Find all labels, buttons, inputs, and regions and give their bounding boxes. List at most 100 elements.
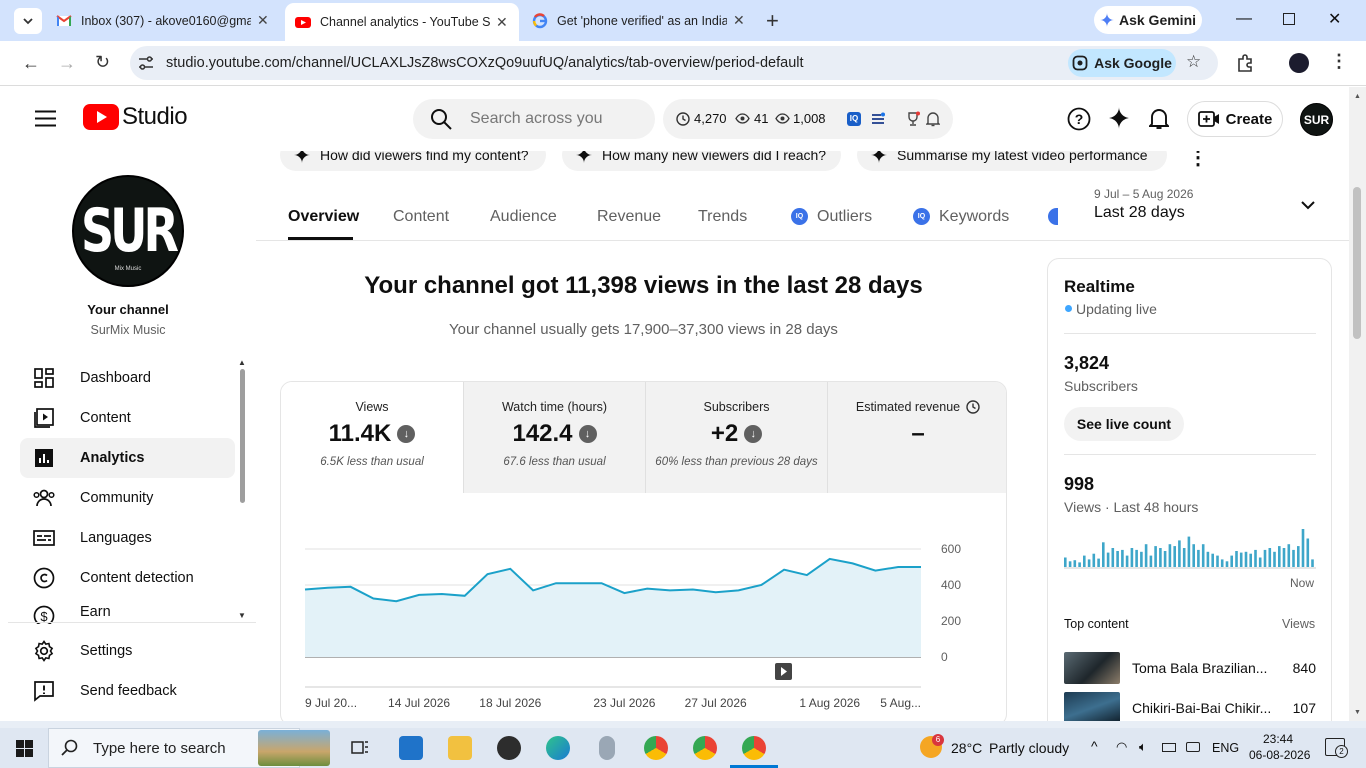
profile-avatar[interactable] (1289, 53, 1309, 73)
chevron-up-icon[interactable]: ^ (1091, 738, 1098, 754)
scroll-up-arrow[interactable]: ▲ (1354, 93, 1361, 100)
youtube-logo-icon[interactable] (83, 104, 119, 130)
bookmark-star-icon[interactable]: ☆ (1186, 52, 1201, 72)
tab-trends[interactable]: Trends (698, 208, 747, 226)
outlook-icon[interactable] (399, 736, 423, 760)
close-icon[interactable]: ✕ (733, 12, 745, 29)
help-icon[interactable]: ? (1067, 107, 1091, 131)
realtime-bar (1068, 561, 1072, 567)
search-input[interactable]: Search across you (413, 99, 655, 139)
chrome-active-icon[interactable] (742, 736, 766, 760)
window-maximize-button[interactable] (1283, 13, 1295, 25)
sidebar-item-languages[interactable]: Languages (20, 518, 235, 558)
x-tick-label: 23 Jul 2026 (593, 696, 655, 710)
window-minimize-button[interactable]: — (1236, 10, 1252, 28)
sparkle-icon[interactable] (1108, 107, 1130, 129)
battery-icon[interactable] (1162, 743, 1176, 752)
speaker-icon[interactable]: 🔈︎ (1139, 739, 1147, 755)
file-explorer-icon[interactable] (448, 736, 472, 760)
chrome-icon[interactable] (644, 736, 668, 760)
tab-search-button[interactable] (14, 8, 42, 34)
edge-icon[interactable] (546, 736, 570, 760)
list-item[interactable]: Toma Bala Brazilian... 840 (1064, 652, 1316, 686)
extensions-icon[interactable] (1236, 54, 1254, 72)
tab-revenue[interactable]: Revenue (597, 208, 661, 226)
tab-content[interactable]: Content (393, 208, 449, 226)
play-icon[interactable] (775, 663, 792, 680)
tab-outliers[interactable]: Outliers (817, 208, 872, 226)
realtime-bar (1083, 555, 1086, 567)
tabs-divider (256, 240, 1349, 241)
realtime-bar (1192, 544, 1195, 567)
tab-google[interactable]: Get 'phone verified' as an Indian ✕ (522, 6, 758, 35)
account-avatar[interactable]: SUR (1300, 103, 1333, 136)
close-icon[interactable]: ✕ (257, 12, 269, 29)
sidebar-item-community[interactable]: Community (20, 478, 235, 518)
chrome-profile-icon[interactable] (693, 736, 717, 760)
sidebar-item-label: Send feedback (80, 683, 177, 699)
suggestion-chip[interactable]: Summarise my latest video performance (857, 151, 1167, 171)
back-button[interactable]: ← (22, 53, 40, 74)
metric-views[interactable]: Views 11.4K ↓ 6.5K less than usual (281, 382, 463, 493)
task-view-icon[interactable] (350, 738, 370, 758)
wifi-icon[interactable]: ◠ (1116, 739, 1127, 755)
trophy-icon[interactable] (905, 111, 921, 127)
list-item[interactable]: Chikiri-Bai-Bai Chikir... 107 (1064, 692, 1316, 721)
tab-youtube-studio[interactable]: Channel analytics - YouTube Stu ✕ (285, 3, 519, 41)
channel-avatar[interactable]: SUR Mix Music (72, 175, 184, 287)
obs-icon[interactable] (497, 736, 521, 760)
forward-button[interactable]: → (58, 53, 76, 74)
browser-menu-icon[interactable]: ⋮ (1330, 51, 1348, 72)
tab-audience[interactable]: Audience (490, 208, 557, 226)
clock-date[interactable]: 06-08-2026 (1249, 748, 1310, 762)
sidebar-item-dashboard[interactable]: Dashboard (20, 358, 235, 398)
page-scrollbar[interactable]: ▲ ▼ (1349, 87, 1366, 721)
sidebar-item-content-detection[interactable]: Content detection (20, 558, 235, 598)
sidebar-item-earn[interactable]: $ Earn (20, 598, 235, 624)
sidebar-item-settings[interactable]: Settings (20, 631, 235, 671)
ask-google-button[interactable]: Ask Google (1068, 49, 1176, 77)
site-info-icon[interactable] (138, 56, 154, 70)
create-button[interactable]: Create (1187, 101, 1283, 137)
language-indicator[interactable]: ENG (1212, 741, 1239, 755)
metric-comparison: 60% less than previous 28 days (655, 456, 818, 468)
see-live-count-button[interactable]: See live count (1064, 407, 1184, 441)
chevron-down-icon[interactable]: ▼ (238, 611, 246, 620)
scrollbar-thumb[interactable] (1353, 187, 1361, 339)
channel-stats-pill[interactable]: 4,270 41 1,008 IQ (663, 99, 953, 139)
sidebar-item-analytics[interactable]: Analytics (20, 438, 235, 478)
ask-gemini-button[interactable]: Ask Gemini (1094, 6, 1202, 34)
period-selector[interactable]: 9 Jul – 5 Aug 2026 Last 28 days (1086, 183, 1326, 227)
mouse-app-icon[interactable] (599, 736, 615, 760)
metric-subscribers[interactable]: Subscribers +2 ↓ 60% less than previous 2… (645, 382, 827, 493)
close-icon[interactable]: ✕ (496, 14, 508, 31)
suggestion-chip[interactable]: How many new viewers did I reach? (562, 151, 841, 171)
address-bar[interactable]: studio.youtube.com/channel/UCLAXLJsZ8wsC… (130, 46, 1218, 80)
tab-keywords[interactable]: Keywords (939, 208, 1009, 226)
suggestion-chip[interactable]: How did viewers find my content? (280, 151, 546, 171)
tab-gmail[interactable]: Inbox (307) - akove0160@gmail ✕ (46, 6, 282, 35)
sidebar-scroll-up-arrow[interactable]: ▲ (238, 358, 246, 367)
window-close-button[interactable]: ✕ (1328, 9, 1341, 29)
sidebar-scrollbar[interactable] (240, 369, 245, 503)
new-tab-button[interactable]: + (766, 8, 779, 34)
keyboard-icon[interactable] (1186, 742, 1200, 752)
more-options-icon[interactable]: ⋮ (1188, 151, 1208, 170)
sidebar-item-content[interactable]: Content (20, 398, 235, 438)
sidebar-item-label: Content (80, 410, 131, 426)
scroll-down-arrow[interactable]: ▼ (1354, 709, 1361, 716)
extension-badge-icon[interactable]: IQ (847, 112, 861, 126)
clock-time[interactable]: 23:44 (1263, 732, 1293, 746)
hamburger-menu-icon[interactable] (35, 110, 56, 127)
studio-header: Studio Search across you 4,270 41 1,008 … (0, 87, 1366, 151)
metric-revenue[interactable]: Estimated revenue – (827, 382, 1006, 493)
notifications-bell-icon[interactable] (1149, 107, 1169, 130)
windows-start-icon[interactable] (16, 740, 33, 757)
tab-overview[interactable]: Overview (288, 208, 359, 226)
reload-button[interactable]: ↻ (95, 52, 110, 73)
metric-watch-time[interactable]: Watch time (hours) 142.4 ↓ 67.6 less than… (463, 382, 645, 493)
list-icon[interactable] (871, 112, 885, 126)
realtime-views-label: Views · Last 48 hours (1064, 499, 1199, 515)
sidebar-item-feedback[interactable]: Send feedback (20, 671, 235, 711)
bell-icon[interactable] (926, 111, 940, 127)
